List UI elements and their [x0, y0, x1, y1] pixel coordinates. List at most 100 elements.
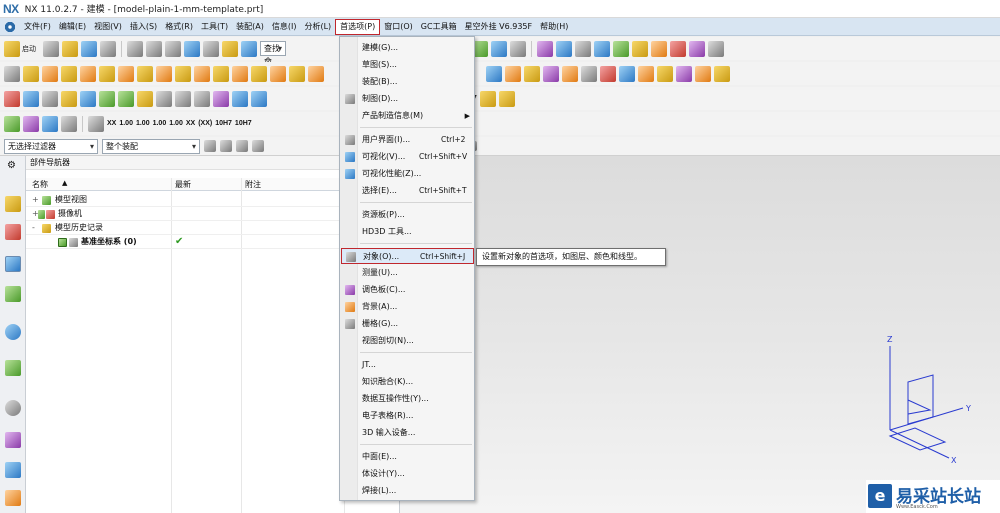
menu-gc-toolbox[interactable]: GC工具箱: [417, 19, 461, 35]
menu-item-pmi[interactable]: 产品制造信息(M) ▶: [341, 108, 474, 124]
column-notes[interactable]: 附注: [245, 179, 261, 190]
check-icon[interactable]: [4, 115, 20, 132]
ruler-icon[interactable]: [708, 40, 724, 57]
color-icon[interactable]: [213, 90, 229, 107]
display-style-icon[interactable]: [510, 40, 526, 57]
snap-icon[interactable]: [204, 140, 216, 152]
reference-dim-icon[interactable]: (XX): [198, 120, 212, 127]
expression-icon[interactable]: [137, 90, 153, 107]
menu-item-assembly[interactable]: 装配(B)...: [341, 74, 474, 90]
checkbox-icon[interactable]: [58, 238, 67, 247]
delete-face-icon[interactable]: [600, 65, 616, 82]
revolve-icon[interactable]: [42, 65, 58, 82]
menu-item-palette[interactable]: 调色板(C)...: [341, 282, 474, 298]
menu-assembly[interactable]: 装配(A): [232, 19, 268, 35]
shell-icon[interactable]: [308, 65, 324, 82]
intersect-icon[interactable]: [232, 65, 248, 82]
app-menu-gear-icon[interactable]: [4, 20, 16, 33]
expand-toggle[interactable]: +: [32, 193, 39, 207]
menu-item-3d-input-device[interactable]: 3D 输入设备...: [341, 425, 474, 441]
view-fit-icon[interactable]: [575, 40, 591, 57]
datum-axis-icon[interactable]: [42, 90, 58, 107]
menu-plugin[interactable]: 星空外挂 V6.935F: [461, 19, 537, 35]
menu-item-jt[interactable]: JT...: [341, 357, 474, 373]
graphics-window[interactable]: Z Y X: [400, 156, 1000, 513]
menu-item-drafting[interactable]: 制图(D)...: [341, 91, 474, 107]
menu-analysis[interactable]: 分析(L): [300, 19, 335, 35]
new-file-icon[interactable]: [43, 40, 59, 57]
menu-format[interactable]: 格式(R): [161, 19, 197, 35]
snap-point-icon[interactable]: [651, 40, 667, 57]
trim-body-icon[interactable]: [251, 65, 267, 82]
layer-settings-icon[interactable]: [594, 40, 610, 57]
text-icon[interactable]: [194, 90, 210, 107]
menu-preferences[interactable]: 首选项(P): [335, 18, 381, 35]
fit-10h7-icon[interactable]: 10H7: [215, 120, 232, 127]
section-view-icon[interactable]: [537, 40, 553, 57]
studio-surface-icon[interactable]: [676, 65, 692, 82]
arc-icon[interactable]: [175, 90, 191, 107]
block-icon[interactable]: [61, 65, 77, 82]
edit-object-display-icon[interactable]: [232, 90, 248, 107]
replace-face-icon[interactable]: [581, 65, 597, 82]
flange-icon[interactable]: [714, 65, 730, 82]
paste-icon[interactable]: [165, 40, 181, 57]
save-icon[interactable]: [81, 40, 97, 57]
axis-icon[interactable]: [61, 115, 77, 132]
touch-mode-icon[interactable]: [241, 40, 257, 57]
menu-item-object[interactable]: 对象(O)... Ctrl+Shift+J: [341, 248, 474, 264]
column-latest[interactable]: 最新: [175, 179, 191, 190]
menu-item-modeling[interactable]: 建模(G)...: [341, 40, 474, 56]
constraint-navigator-icon[interactable]: [5, 224, 21, 240]
line-icon[interactable]: [156, 90, 172, 107]
undo-icon[interactable]: [184, 40, 200, 57]
menu-edit[interactable]: 编辑(E): [55, 19, 90, 35]
menu-item-spreadsheet[interactable]: 电子表格(R)...: [341, 408, 474, 424]
draft-icon[interactable]: [524, 65, 540, 82]
unite-icon[interactable]: [194, 65, 210, 82]
menu-item-measure[interactable]: 测量(U)...: [341, 265, 474, 281]
swept-icon[interactable]: [486, 65, 502, 82]
command-finder-input[interactable]: 查找命: [260, 41, 286, 66]
associative-copy-icon[interactable]: [80, 90, 96, 107]
patch-icon[interactable]: [695, 65, 711, 82]
menu-item-body-design[interactable]: 体设计(Y)...: [341, 466, 474, 482]
menu-item-resource-bar[interactable]: 资源板(P)...: [341, 207, 474, 223]
tolerance-4-icon[interactable]: 1.00: [169, 120, 183, 127]
settings-gear-icon[interactable]: ⚙: [7, 160, 16, 171]
thicken-icon[interactable]: [562, 65, 578, 82]
grid-table-icon[interactable]: [42, 115, 58, 132]
hole-icon[interactable]: [137, 65, 153, 82]
wcs-icon[interactable]: [613, 40, 629, 57]
decimal-xx-icon[interactable]: XX: [107, 120, 116, 127]
tolerance-1-icon[interactable]: 1.00: [119, 120, 133, 127]
assembly-scope-select[interactable]: 整个装配: [102, 138, 200, 154]
weld-symbol-icon[interactable]: [479, 90, 496, 107]
info-icon[interactable]: [5, 324, 21, 340]
web-browser-icon[interactable]: [5, 360, 21, 376]
reuse-library-icon[interactable]: [5, 286, 21, 302]
select-more-icon[interactable]: [236, 140, 248, 152]
mirror-feature-icon[interactable]: [118, 90, 134, 107]
repeat-command-icon[interactable]: [222, 40, 238, 57]
menu-insert[interactable]: 插入(S): [126, 19, 161, 35]
menu-item-user-interface[interactable]: 用户界面(I)... Ctrl+2: [341, 132, 474, 148]
save-as-icon[interactable]: [100, 40, 116, 57]
balloon-icon[interactable]: [498, 90, 515, 107]
cylinder-icon[interactable]: [80, 65, 96, 82]
sort-ascending-icon[interactable]: ▲: [62, 179, 67, 187]
subtract-icon[interactable]: [213, 65, 229, 82]
menu-help[interactable]: 帮助(H): [536, 19, 572, 35]
boss-icon[interactable]: [156, 65, 172, 82]
cone-icon[interactable]: [99, 65, 115, 82]
sketch-icon[interactable]: [4, 65, 20, 82]
menu-item-knowledge-fusion[interactable]: 知识融合(K)...: [341, 374, 474, 390]
hide-icon[interactable]: [251, 90, 267, 107]
extrude-icon[interactable]: [23, 65, 39, 82]
menu-tools[interactable]: 工具(T): [197, 19, 232, 35]
type-filter-select[interactable]: 无选择过滤器: [4, 138, 98, 154]
dimension-icon[interactable]: [88, 115, 104, 132]
open-folder-icon[interactable]: [62, 40, 78, 57]
cut-icon[interactable]: [127, 40, 143, 57]
constraint-icon[interactable]: [491, 40, 507, 57]
